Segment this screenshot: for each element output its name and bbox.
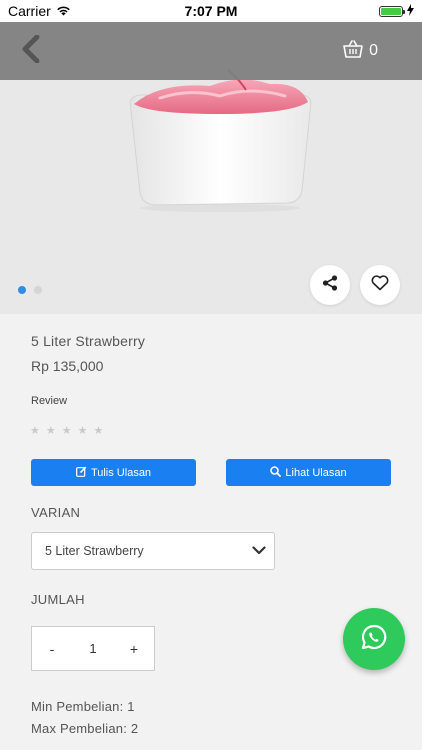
variant-selected-value: 5 Liter Strawberry [45, 544, 144, 558]
star-icon: ★ [45, 425, 56, 437]
whatsapp-icon [360, 623, 388, 656]
quantity-stepper: - + [31, 626, 155, 671]
charging-icon [407, 3, 414, 19]
cart-button[interactable]: 0 [343, 39, 378, 63]
view-reviews-label: Lihat Ulasan [285, 466, 347, 479]
product-gallery[interactable]: 0 [0, 22, 422, 314]
carousel-dots [18, 286, 42, 294]
edit-icon [76, 466, 87, 480]
basket-icon [343, 39, 363, 63]
star-icon: ★ [30, 425, 40, 437]
review-label: Review [31, 395, 68, 407]
max-purchase: Max Pembelian: 2 [31, 721, 139, 736]
quantity-label: JUMLAH [31, 592, 85, 607]
product-price: Rp 135,000 [31, 358, 104, 374]
increment-button[interactable]: + [114, 627, 154, 670]
min-purchase: Min Pembelian: 1 [31, 699, 135, 714]
write-review-label: Tulis Ulasan [90, 466, 152, 479]
carrier-label: Carrier [8, 3, 51, 19]
search-icon [270, 465, 282, 480]
battery-icon [379, 5, 405, 17]
write-review-button[interactable]: Tulis Ulasan [31, 459, 196, 486]
back-button[interactable] [14, 31, 48, 71]
status-right [379, 3, 414, 19]
decrement-button[interactable]: - [32, 627, 72, 670]
heart-icon [371, 274, 389, 296]
product-image [120, 62, 320, 212]
share-icon [322, 274, 338, 296]
cart-count: 0 [369, 42, 378, 59]
top-bar: 0 [0, 22, 422, 80]
star-rating: ★ ★ ★ ★ ★ [30, 424, 103, 437]
favorite-button[interactable] [360, 265, 400, 305]
wifi-icon [56, 3, 71, 19]
share-button[interactable] [310, 265, 350, 305]
chevron-down-icon [252, 544, 266, 558]
status-bar: Carrier 7:07 PM [0, 0, 422, 22]
star-icon: ★ [77, 425, 88, 437]
variant-select[interactable]: 5 Liter Strawberry [31, 532, 275, 570]
carousel-dot[interactable] [34, 286, 42, 294]
carousel-dot-active[interactable] [18, 286, 26, 294]
quantity-input[interactable] [72, 641, 114, 656]
star-icon: ★ [61, 425, 72, 437]
product-name: 5 Liter Strawberry [31, 333, 146, 349]
chevron-left-icon [21, 34, 41, 68]
view-reviews-button[interactable]: Lihat Ulasan [226, 459, 391, 486]
variant-label: VARIAN [31, 505, 81, 520]
whatsapp-button[interactable] [343, 608, 405, 670]
product-details: 5 Liter Strawberry Rp 135,000 Review ★ ★… [0, 314, 422, 750]
star-icon: ★ [93, 425, 104, 437]
status-left: Carrier [8, 3, 71, 19]
